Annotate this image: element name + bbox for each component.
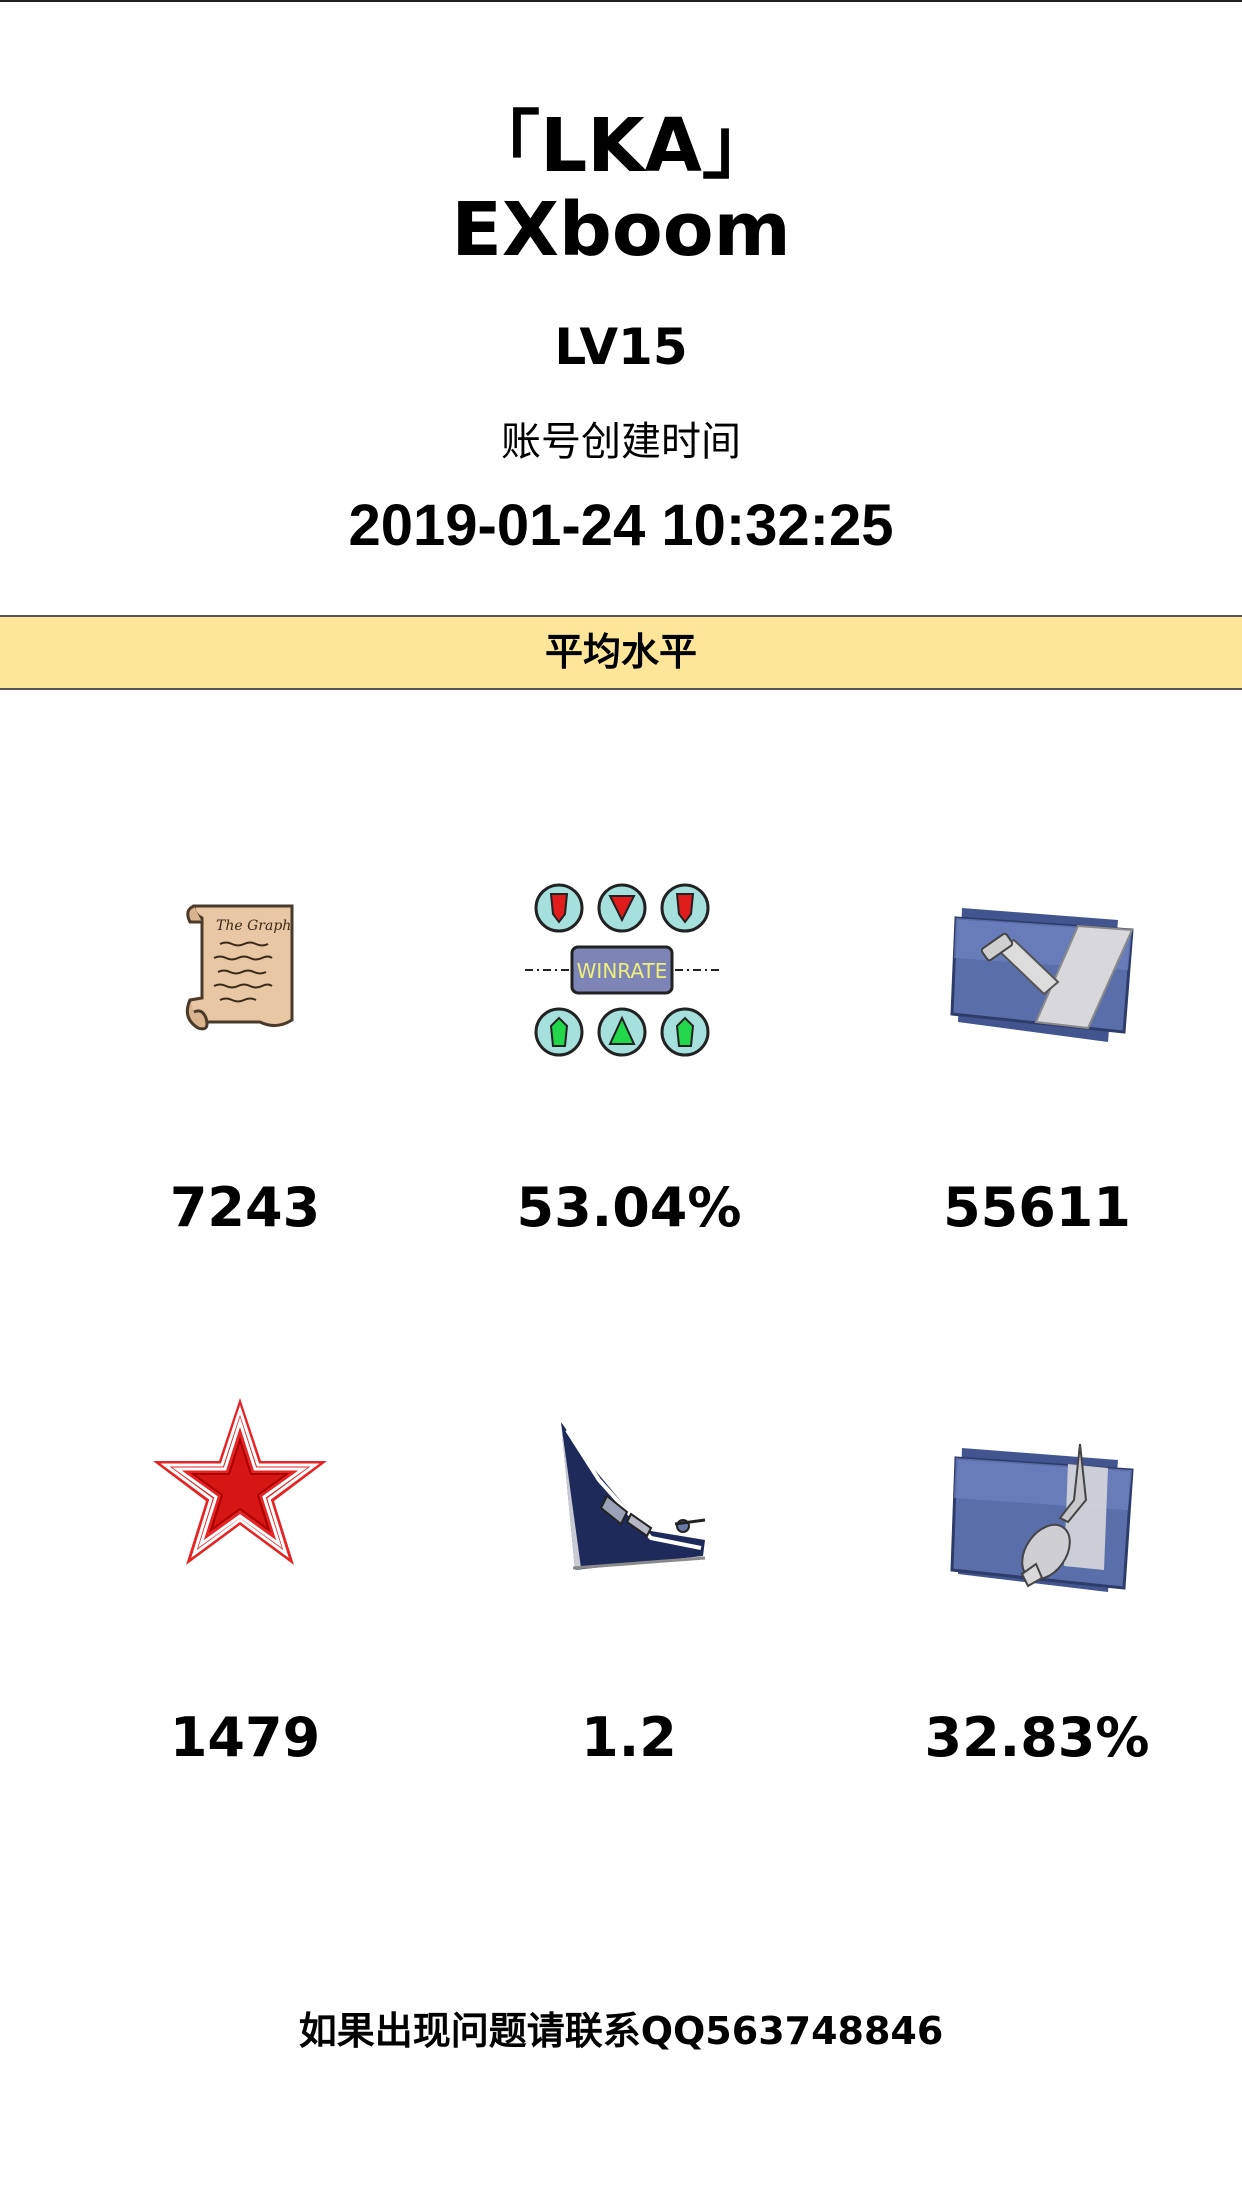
contact-footer: 如果出现问题请联系QQ563748846 [298, 2009, 944, 2053]
profile-header: 「LKA」 EXboom LV15 账号创建时间 2019-01-24 10:3… [0, 105, 1242, 559]
player-level: LV15 [554, 318, 688, 376]
hit-rate-value: 32.83% [924, 1706, 1150, 1769]
sinking-ship-icon [555, 1420, 715, 1575]
damage-medal-icon [948, 890, 1138, 1050]
winrate-icon: WINRATE [525, 880, 720, 1060]
account-created-label: 账号创建时间 [501, 419, 741, 465]
account-created-value: 2019-01-24 10:32:25 [348, 493, 894, 558]
svg-text:WINRATE: WINRATE [577, 959, 668, 983]
hit-rate-medal-icon [948, 1440, 1138, 1600]
winrate-value: 53.04% [516, 1176, 742, 1239]
svg-text:The Graph: The Graph [216, 918, 291, 934]
damage-value: 55611 [943, 1176, 1131, 1239]
kd-ratio-value: 1.2 [581, 1706, 677, 1769]
battles-value: 7243 [169, 1176, 321, 1239]
clan-tag: 「LKA」 [466, 103, 776, 189]
top-rule [0, 0, 1242, 2]
performance-banner: 平均水平 [0, 615, 1242, 690]
kills-value: 1479 [169, 1706, 321, 1769]
player-name: EXboom [451, 187, 791, 273]
battles-scroll-icon: The Graph [180, 900, 300, 1040]
red-star-icon [143, 1395, 338, 1580]
